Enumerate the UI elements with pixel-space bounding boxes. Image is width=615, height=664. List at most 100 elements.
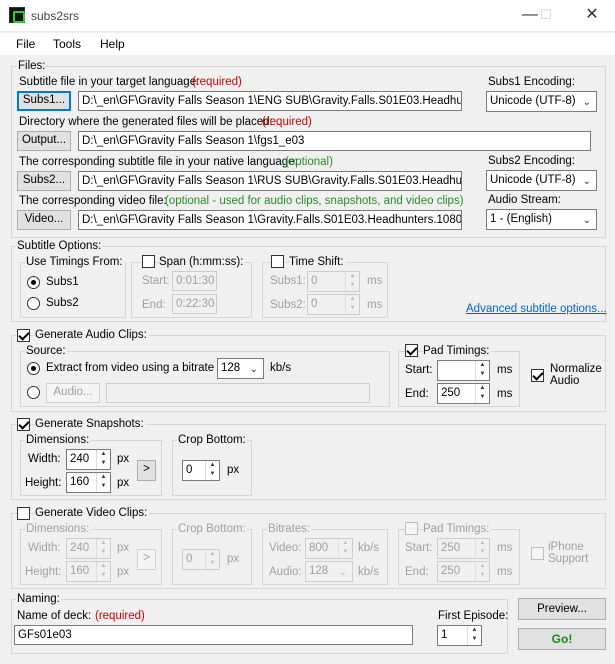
audio-file-button[interactable]: Audio... bbox=[46, 383, 100, 403]
audio-source-legend: Source: bbox=[25, 345, 67, 357]
span-end-input[interactable]: 0:22:30 bbox=[172, 294, 217, 314]
video-pad-end-label: End: bbox=[405, 566, 429, 578]
video-bitrate-unit: kb/s bbox=[358, 542, 380, 554]
snapshot-crop-legend: Crop Bottom: bbox=[177, 434, 247, 446]
video-swap-button[interactable]: > bbox=[137, 549, 156, 570]
use-subs2-label: Subs2 bbox=[46, 297, 79, 309]
video-pad-start-spinner[interactable]: 250 ▲ ▼ bbox=[437, 538, 490, 559]
menu-tools[interactable]: Tools bbox=[53, 37, 81, 51]
video-optional: (optional - used for audio clips, snapsh… bbox=[165, 195, 464, 207]
use-subs2-radio[interactable] bbox=[27, 297, 40, 310]
time-shift-checkbox[interactable] bbox=[271, 255, 284, 268]
video-bitrate-label: Video: bbox=[269, 542, 302, 554]
subs1-required: (required) bbox=[192, 76, 242, 88]
audio-pad-end-value: 250 bbox=[441, 387, 461, 399]
iphone-support-label: iPhone Support bbox=[548, 541, 589, 565]
video-dimensions-legend: Dimensions: bbox=[25, 523, 91, 535]
shift-subs1-label: Subs1: bbox=[270, 275, 306, 287]
audio-file-radio[interactable] bbox=[27, 386, 40, 399]
audio-stream-value: 1 - (English) bbox=[490, 213, 552, 225]
video-pad-end-value: 250 bbox=[441, 565, 461, 577]
subs1-encoding-select[interactable]: Unicode (UTF-8) ⌄ bbox=[486, 91, 597, 112]
output-button[interactable]: Output... bbox=[17, 131, 71, 151]
iphone-support-checkbox[interactable] bbox=[531, 547, 544, 560]
video-bitrate-spinner[interactable]: 800 ▲ ▼ bbox=[305, 538, 353, 559]
spinner-arrows-icon: ▲ ▼ bbox=[96, 562, 110, 581]
maximize-button[interactable]: ☐ bbox=[530, 4, 562, 28]
video-height-value: 160 bbox=[70, 565, 90, 577]
menu-file[interactable]: File bbox=[16, 37, 35, 51]
subs2-path-input[interactable]: D:\_en\GF\Gravity Falls Season 1\RUS SUB… bbox=[78, 171, 462, 191]
video-height-px: px bbox=[117, 566, 130, 578]
spinner-arrows-icon: ▲ ▼ bbox=[96, 539, 110, 558]
snapshot-swap-button[interactable]: > bbox=[137, 460, 156, 481]
advanced-subtitle-options-link[interactable]: Advanced subtitle options... bbox=[466, 303, 607, 315]
snapshot-width-spinner[interactable]: 240 ▲ ▼ bbox=[66, 449, 111, 470]
generate-audio-checkbox[interactable] bbox=[17, 329, 30, 342]
subs1-encoding-label: Subs1 Encoding: bbox=[488, 76, 575, 88]
subs2-optional: (optional) bbox=[285, 156, 333, 168]
generate-snapshots-checkbox[interactable] bbox=[17, 418, 30, 431]
output-label: Directory where the generated files will… bbox=[19, 116, 273, 128]
files-legend: Files: bbox=[17, 60, 47, 72]
generate-snapshots-label: Generate Snapshots: bbox=[35, 418, 146, 430]
output-path-input[interactable]: D:\_en\GF\Gravity Falls Season 1\fgs1_e0… bbox=[78, 131, 591, 151]
video-pad-end-spinner[interactable]: 250 ▲ ▼ bbox=[437, 561, 490, 582]
window-title: subs2srs bbox=[31, 9, 80, 23]
chevron-down-icon: ⌄ bbox=[582, 97, 591, 108]
time-shift-label: Time Shift: bbox=[289, 256, 346, 268]
chevron-down-icon: ⌄ bbox=[582, 215, 591, 226]
spinner-arrows-icon: ▲ ▼ bbox=[475, 384, 489, 403]
span-start-input[interactable]: 0:01:30 bbox=[172, 271, 217, 291]
generate-video-checkbox[interactable] bbox=[17, 507, 30, 520]
snapshot-crop-spinner[interactable]: 0 ▲ ▼ bbox=[182, 460, 220, 481]
menu-help[interactable]: Help bbox=[100, 37, 125, 51]
spinner-arrows-icon: ▲ ▼ bbox=[96, 450, 110, 469]
video-width-label: Width: bbox=[28, 542, 61, 554]
audio-stream-select[interactable]: 1 - (English) ⌄ bbox=[486, 209, 597, 230]
video-bitrate-value: 800 bbox=[309, 542, 329, 554]
subs1-button[interactable]: Subs1... bbox=[17, 91, 71, 111]
video-crop-spinner[interactable]: 0 ▲ ▼ bbox=[182, 549, 220, 570]
audio-pad-timings-checkbox[interactable] bbox=[405, 344, 418, 357]
subs1-path-input[interactable]: D:\_en\GF\Gravity Falls Season 1\ENG SUB… bbox=[78, 91, 462, 111]
video-crop-value: 0 bbox=[186, 553, 193, 565]
shift-subs1-spinner[interactable]: 0 ▲ ▼ bbox=[307, 271, 360, 292]
video-width-spinner[interactable]: 240 ▲ ▼ bbox=[66, 538, 111, 559]
span-end-label: End: bbox=[142, 299, 166, 311]
audio-pad-end-spinner[interactable]: 250 ▲ ▼ bbox=[437, 383, 490, 404]
audio-bitrate-unit: kb/s bbox=[270, 362, 292, 374]
audio-pad-start-label: Start: bbox=[405, 364, 433, 376]
normalize-audio-checkbox[interactable] bbox=[531, 369, 544, 382]
shift-subs2-spinner[interactable]: 0 ▲ ▼ bbox=[307, 294, 360, 315]
video-height-spinner[interactable]: 160 ▲ ▼ bbox=[66, 561, 111, 582]
audio-file-input[interactable] bbox=[106, 383, 370, 403]
video-audio-bitrate-select[interactable]: 128 ⌄ bbox=[305, 561, 353, 582]
snapshot-width-value: 240 bbox=[70, 453, 90, 465]
deck-name-input[interactable]: GFs01e03 bbox=[14, 625, 413, 645]
video-pad-timings-checkbox[interactable] bbox=[405, 522, 418, 535]
snapshot-height-spinner[interactable]: 160 ▲ ▼ bbox=[66, 472, 111, 493]
first-episode-spinner[interactable]: 1 ▲ ▼ bbox=[437, 625, 482, 646]
menu-bar bbox=[0, 33, 615, 55]
preview-button[interactable]: Preview... bbox=[518, 598, 606, 620]
close-button[interactable]: ✕ bbox=[576, 4, 608, 28]
chevron-down-icon: ⌄ bbox=[338, 567, 347, 578]
audio-bitrate-select[interactable]: 128 ⌄ bbox=[217, 358, 264, 379]
subs2-encoding-select[interactable]: Unicode (UTF-8) ⌄ bbox=[486, 170, 597, 191]
use-subs1-radio[interactable] bbox=[27, 276, 40, 289]
spinner-arrows-icon: ▲ ▼ bbox=[345, 295, 359, 314]
video-button[interactable]: Video... bbox=[17, 210, 71, 230]
spinner-arrows-icon: ▲ ▼ bbox=[475, 361, 489, 380]
audio-pad-start-ms: ms bbox=[497, 364, 513, 376]
spinner-arrows-icon: ▲ ▼ bbox=[467, 626, 481, 645]
video-audio-bitrate-unit: kb/s bbox=[358, 566, 380, 578]
snapshot-width-px: px bbox=[117, 453, 130, 465]
video-path-input[interactable]: D:\_en\GF\Gravity Falls Season 1\Gravity… bbox=[78, 210, 462, 230]
extract-from-video-radio[interactable] bbox=[27, 362, 40, 375]
audio-pad-start-spinner[interactable]: ▲ ▼ bbox=[437, 360, 490, 381]
subs2-button[interactable]: Subs2... bbox=[17, 171, 71, 191]
video-width-value: 240 bbox=[70, 542, 90, 554]
go-button[interactable]: Go! bbox=[518, 628, 606, 650]
span-checkbox[interactable] bbox=[142, 255, 155, 268]
